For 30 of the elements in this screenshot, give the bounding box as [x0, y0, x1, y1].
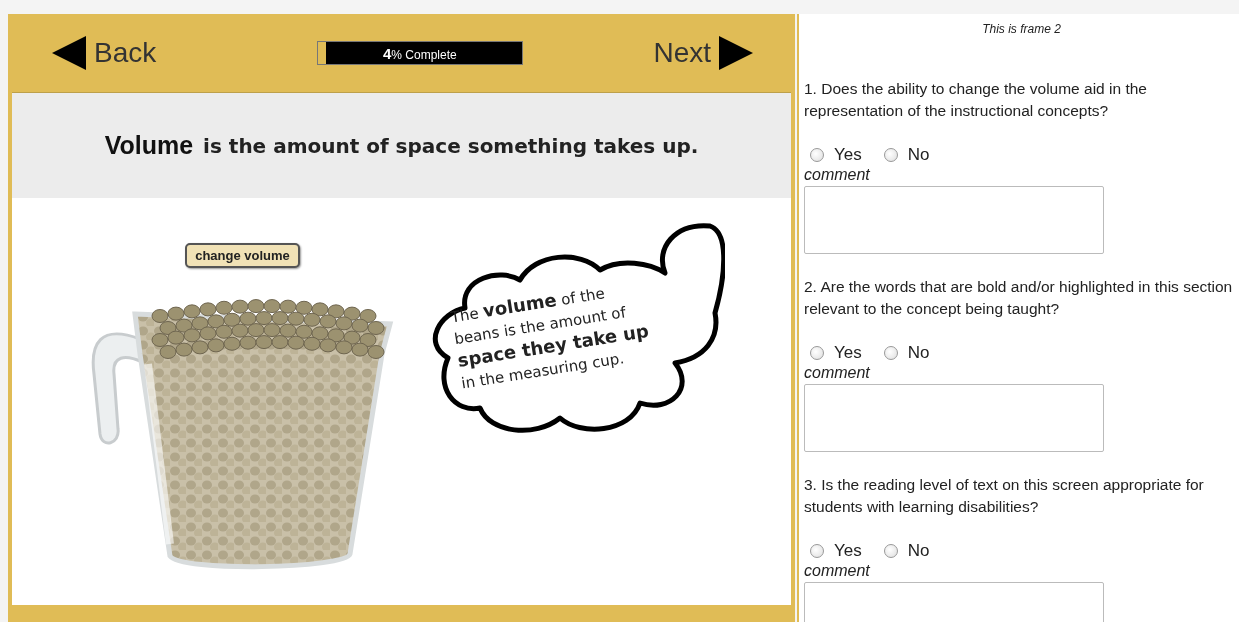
radio-button[interactable]	[883, 148, 898, 162]
comment-field[interactable]	[804, 384, 1104, 452]
option-label: No	[907, 343, 930, 363]
option-label: Yes	[834, 541, 862, 561]
change-volume-button[interactable]: change volume	[185, 243, 300, 268]
frame-label: This is frame 2	[981, 22, 1062, 36]
question-text: 3. Is the reading level of text on this screen appropriate for students with learning disabilities?	[804, 475, 1205, 517]
progress-label: 4% Complete	[382, 44, 457, 62]
left-arrow-icon	[52, 36, 86, 70]
comment-label: comment	[804, 166, 871, 184]
question-text: 2. Are the words that are bold and/or highlighted in this section relevant to the concept being taught?	[804, 277, 1234, 319]
radio-button[interactable]	[810, 544, 824, 558]
speech-bubble-text: The volume of the beans is the amount of space they take up in the measuring cup.	[449, 283, 652, 395]
radio-button[interactable]	[810, 346, 824, 360]
radio-button[interactable]	[883, 544, 898, 558]
comment-label: comment	[804, 364, 871, 382]
comment-label: comment	[804, 562, 871, 580]
option-label: Yes	[834, 343, 862, 363]
radio-button[interactable]	[883, 346, 898, 360]
comment-field[interactable]	[804, 186, 1104, 254]
radio-button[interactable]	[810, 148, 824, 162]
option-label: Yes	[834, 145, 862, 165]
next-button[interactable]: Next	[653, 36, 753, 70]
right-arrow-icon	[719, 36, 753, 70]
option-label: No	[907, 541, 930, 561]
definition-term: Volume	[104, 131, 194, 160]
definition-text: is the amount of space something takes up.	[203, 133, 699, 158]
option-label: No	[907, 145, 930, 165]
question-text: 1. Does the ability to change the volume aid in the representation of the instructional concepts?	[804, 79, 1148, 121]
back-button[interactable]: Back	[52, 36, 157, 70]
